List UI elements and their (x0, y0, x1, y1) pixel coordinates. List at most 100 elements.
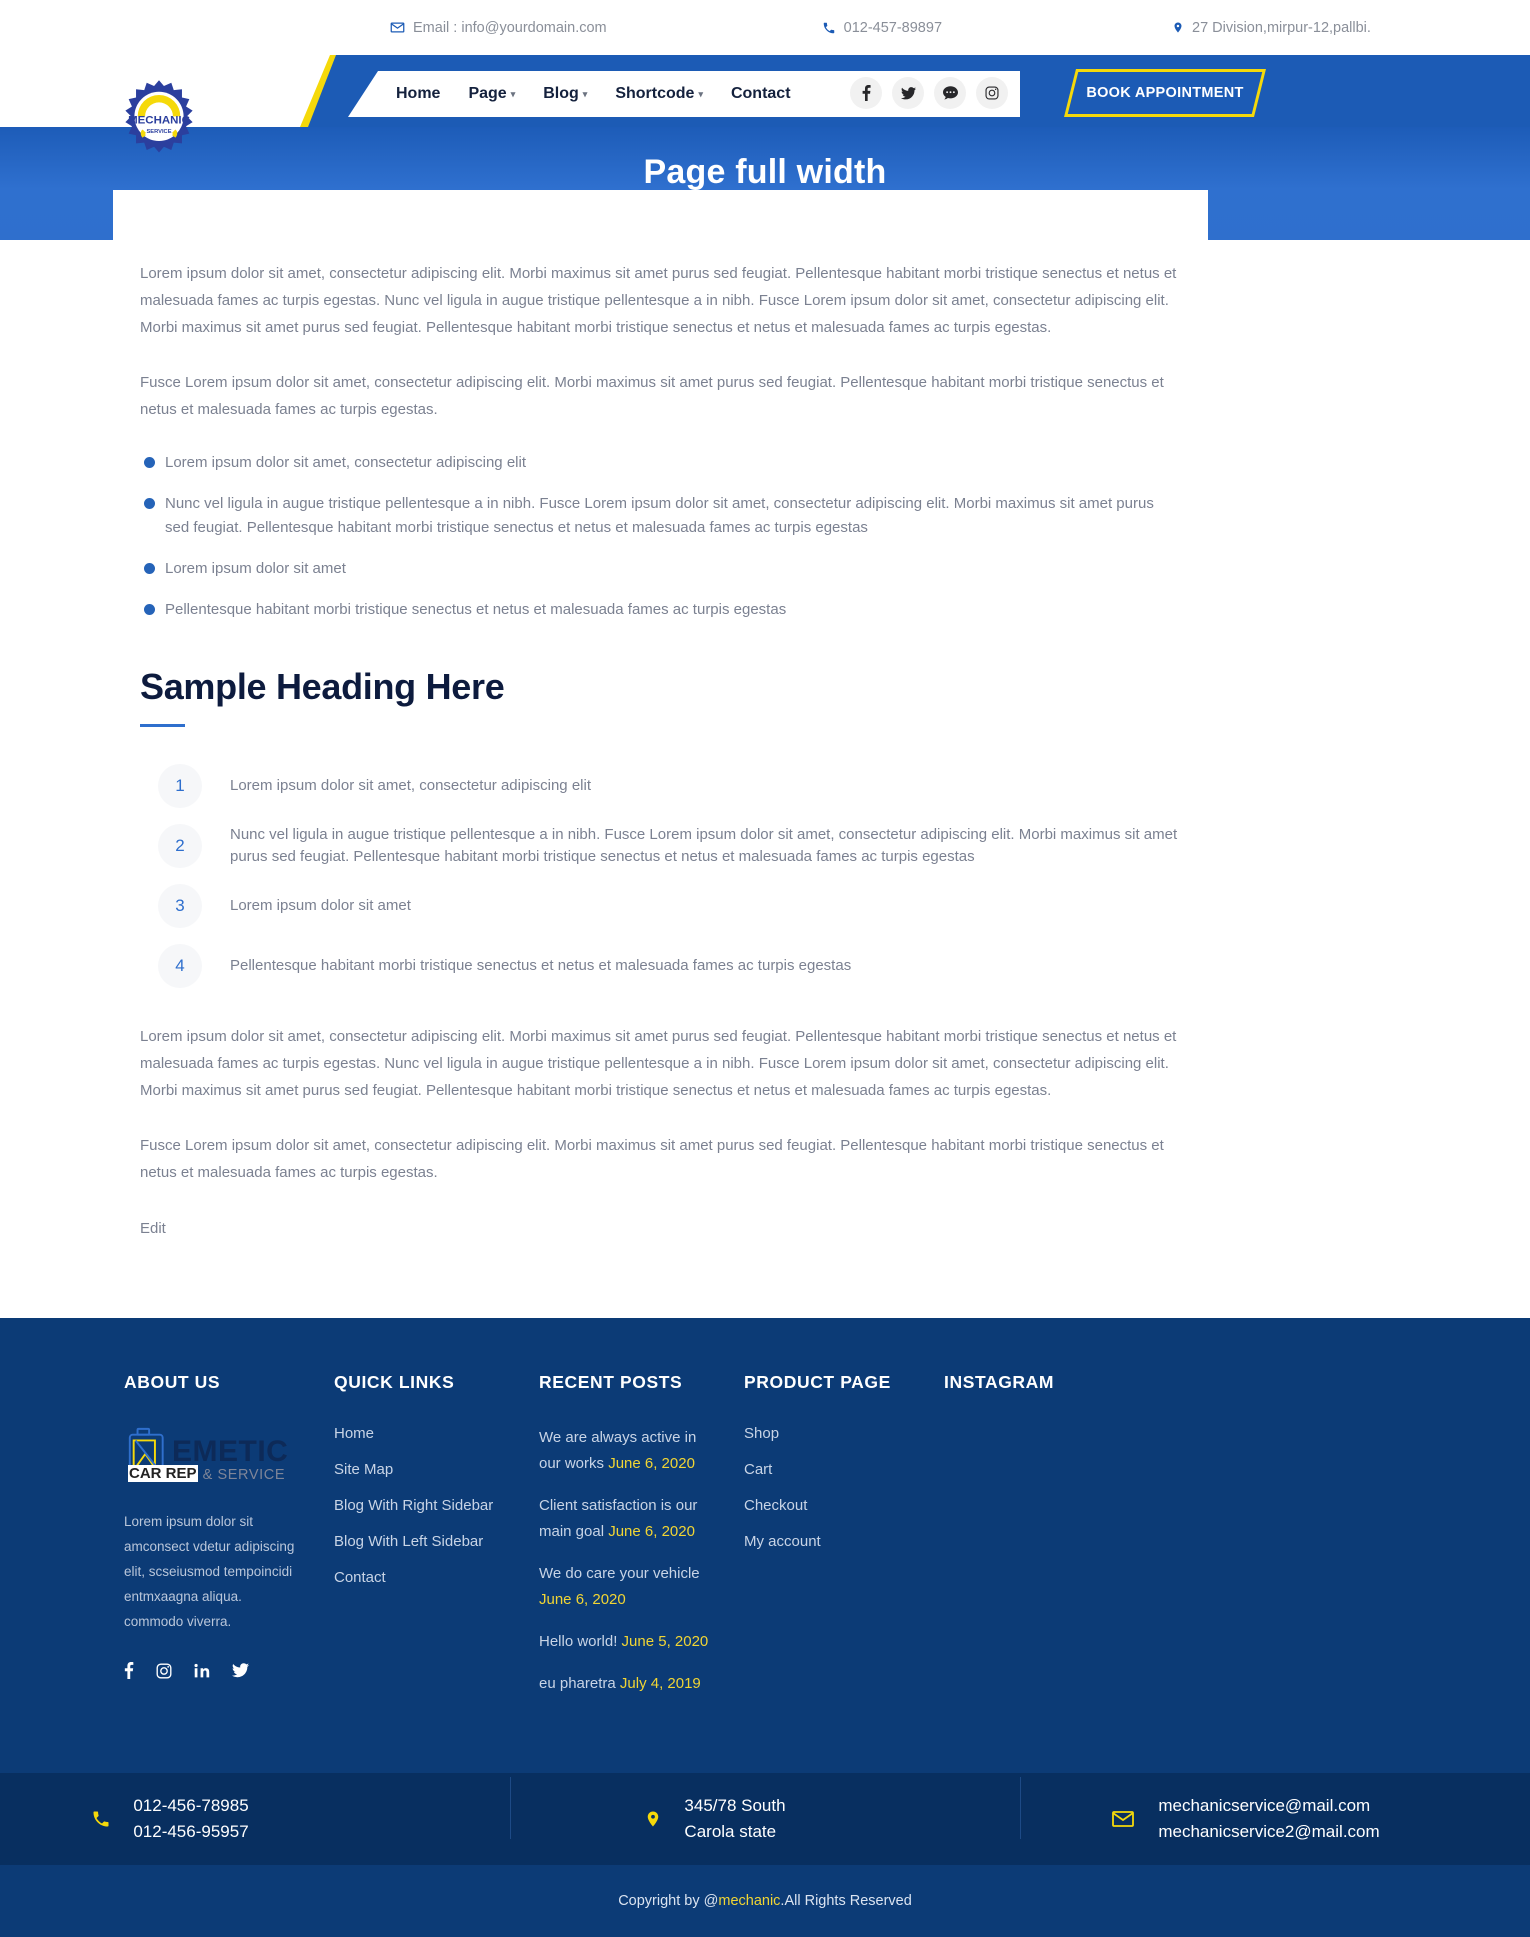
footer-quicklinks-title: QUICK LINKS (334, 1372, 455, 1392)
list-item: Lorem ipsum dolor sit amet (140, 557, 1178, 581)
topbar-address[interactable]: 27 Division,mirpur-12,pallbi. (1172, 20, 1371, 36)
comment-icon[interactable] (934, 77, 966, 109)
post-title: We do care your vehicle (539, 1565, 700, 1582)
copyright-pre: Copyright by @ (618, 1893, 719, 1909)
twitter-icon[interactable] (892, 77, 924, 109)
footer-link-contact[interactable]: Contact (334, 1569, 539, 1586)
chevron-down-icon: ▾ (698, 88, 703, 99)
paragraph-2: Fusce Lorem ipsum dolor sit amet, consec… (140, 374, 1164, 418)
footer-columns: ABOUT US EMETIC AIR & SERVICE CAR REP Lo… (0, 1372, 1530, 1773)
list-item[interactable]: eu pharetra July 4, 2019 (539, 1671, 714, 1697)
list-item[interactable]: Hello world! June 5, 2020 (539, 1629, 714, 1655)
bullet-list: Lorem ipsum dolor sit amet, consectetur … (140, 451, 1178, 622)
twitter-icon[interactable] (232, 1662, 249, 1679)
footer-link-cart[interactable]: Cart (744, 1461, 944, 1478)
footer-link-checkout[interactable]: Checkout (744, 1497, 944, 1514)
facebook-icon[interactable] (850, 77, 882, 109)
nav-item-blog[interactable]: Blog ▾ (543, 85, 587, 103)
topbar-email[interactable]: Email : info@yourdomain.com (390, 20, 607, 36)
footer-link-home[interactable]: Home (334, 1425, 539, 1442)
content-inner: Lorem ipsum dolor sit amet, consectetur … (140, 240, 1178, 1238)
phone-icon (822, 21, 836, 35)
contact-phone-2: 012-456-95957 (133, 1822, 249, 1841)
post-title: Hello world! (539, 1633, 622, 1650)
list-item-text: Pellentesque habitant morbi tristique se… (230, 957, 852, 974)
topbar-phone[interactable]: 012-457-89897 (822, 20, 942, 36)
edit-link[interactable]: Edit (140, 1220, 166, 1237)
footer-link-my-account[interactable]: My account (744, 1533, 944, 1550)
svg-text:MECHANIC: MECHANIC (128, 115, 190, 127)
nav-item-shortcode[interactable]: Shortcode ▾ (615, 85, 703, 103)
contact-email-1: mechanicservice@mail.com (1158, 1796, 1371, 1815)
list-item[interactable]: We are always active in our works June 6… (539, 1425, 714, 1477)
list-number-badge: 1 (158, 764, 202, 808)
site-footer: ABOUT US EMETIC AIR & SERVICE CAR REP Lo… (0, 1318, 1530, 1937)
footer-recentposts-title: RECENT POSTS (539, 1372, 683, 1392)
facebook-icon[interactable] (124, 1662, 134, 1679)
nav-item-home[interactable]: Home (396, 85, 440, 103)
list-item-text: Lorem ipsum dolor sit amet (230, 897, 411, 914)
post-date: June 6, 2020 (608, 1455, 695, 1472)
page-root: Email : info@yourdomain.com 012-457-8989… (0, 0, 1530, 1937)
footer-about-column: ABOUT US EMETIC AIR & SERVICE CAR REP Lo… (124, 1372, 334, 1713)
list-item: Nunc vel ligula in augue tristique pelle… (140, 492, 1178, 540)
list-item: 3 Lorem ipsum dolor sit amet (140, 879, 1178, 933)
contact-email-lines: mechanicservice@mail.com mechanicservice… (1158, 1793, 1379, 1845)
contact-address-1: 345/78 South (684, 1796, 786, 1815)
contact-address-lines: 345/78 South Carola state (684, 1793, 785, 1845)
post-date: June 5, 2020 (621, 1633, 709, 1650)
nav-item-blog-label: Blog (543, 85, 579, 102)
nav-item-contact-label: Contact (730, 85, 791, 102)
footer-logo-main: EMETIC (172, 1435, 289, 1468)
contact-phone-1: 012-456-78985 (133, 1796, 249, 1815)
linkedin-icon[interactable] (194, 1662, 210, 1679)
footer-link-blog-right-sidebar[interactable]: Blog With Right Sidebar (334, 1497, 539, 1514)
contact-address-block: 345/78 South Carola state (510, 1777, 1020, 1845)
footer-logo-overlay: CAR REP (128, 1465, 198, 1482)
post-date: June 6, 2020 (608, 1523, 695, 1540)
page-content: Lorem ipsum dolor sit amet, consectetur … (0, 240, 1530, 1318)
nav-item-home-label: Home (396, 85, 441, 102)
location-pin-icon (644, 1807, 662, 1831)
section-heading: Sample Heading Here (140, 666, 505, 707)
footer-social-links (124, 1662, 334, 1679)
list-number-badge: 2 (158, 824, 202, 868)
heading-underline (140, 724, 185, 727)
content-card-overlay (113, 190, 1208, 250)
mechanic-gear-logo-icon: MECHANIC SERVICE (125, 80, 193, 153)
list-item-text: Lorem ipsum dolor sit amet, consectetur … (230, 777, 591, 794)
footer-link-shop[interactable]: Shop (744, 1425, 944, 1442)
list-number-badge: 4 (158, 944, 202, 988)
list-item: 1 Lorem ipsum dolor sit amet, consectetu… (140, 759, 1178, 813)
contact-email-2: mechanicservice2@mail.com (1158, 1822, 1380, 1841)
contact-address-2: Carola state (684, 1822, 777, 1841)
nav-links: Home Page ▾ Blog ▾ Shortcode ▾ Contact (396, 85, 791, 103)
svg-text:SERVICE: SERVICE (146, 129, 171, 135)
list-item[interactable]: Client satisfaction is our main goal Jun… (539, 1493, 714, 1545)
nav-item-shortcode-label: Shortcode (615, 85, 695, 102)
copyright-brand: mechanic (718, 1893, 781, 1909)
post-title: eu pharetra (539, 1675, 620, 1692)
list-item[interactable]: We do care your vehicle June 6, 2020 (539, 1561, 714, 1613)
list-item-text: Nunc vel ligula in augue tristique pelle… (230, 826, 1178, 865)
site-logo[interactable]: MECHANIC SERVICE (118, 77, 200, 159)
chevron-down-icon: ▾ (510, 88, 516, 99)
footer-link-blog-left-sidebar[interactable]: Blog With Left Sidebar (334, 1533, 539, 1550)
post-date: July 4, 2019 (619, 1675, 701, 1692)
footer-logo: EMETIC AIR & SERVICE CAR REP (124, 1425, 334, 1487)
footer-instagram-title: INSTAGRAM (944, 1372, 1055, 1392)
nav-item-contact[interactable]: Contact (731, 85, 791, 103)
instagram-icon[interactable] (976, 77, 1008, 109)
footer-productpage-column: PRODUCT PAGE Shop Cart Checkout My accou… (744, 1372, 944, 1713)
book-appointment-button[interactable]: BOOK APPOINTMENT (1064, 69, 1266, 117)
nav-item-page-label: Page (468, 85, 507, 102)
nav-item-page[interactable]: Page ▾ (468, 85, 515, 103)
footer-quicklinks-column: QUICK LINKS Home Site Map Blog With Righ… (334, 1372, 539, 1713)
paragraph-4: Fusce Lorem ipsum dolor sit amet, consec… (140, 1137, 1164, 1181)
envelope-icon (390, 20, 405, 35)
topbar-address-text: 27 Division,mirpur-12,pallbi. (1192, 19, 1371, 36)
instagram-icon[interactable] (156, 1662, 172, 1679)
location-pin-icon (1172, 20, 1184, 35)
book-button-label: BOOK APPOINTMENT (1086, 85, 1244, 101)
footer-link-sitemap[interactable]: Site Map (334, 1461, 539, 1478)
